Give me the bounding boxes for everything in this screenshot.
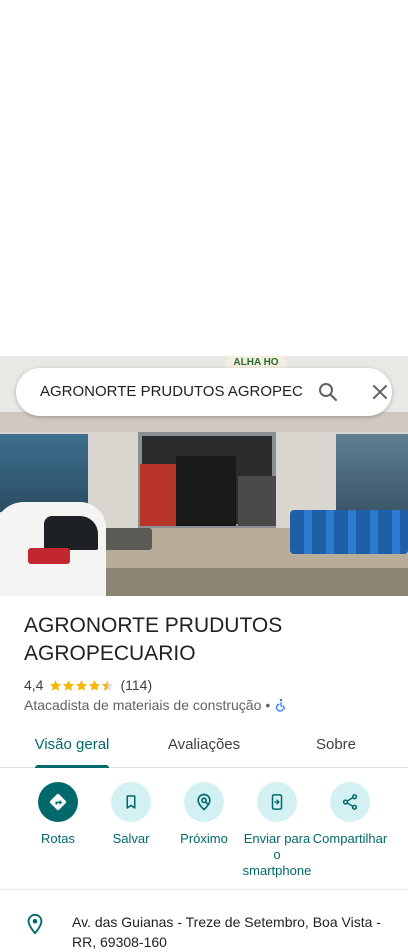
share-label: Compartilhar bbox=[312, 831, 388, 846]
section-divider bbox=[0, 889, 408, 890]
rating-value: 4,4 bbox=[24, 677, 44, 693]
nearby-icon bbox=[197, 793, 211, 811]
save-button-circle bbox=[111, 782, 151, 822]
star-icon bbox=[89, 679, 101, 691]
search-input[interactable]: AGRONORTE PRUDUTOS AGROPEC bbox=[40, 368, 304, 416]
photo-car-window bbox=[44, 516, 98, 550]
star-icon bbox=[76, 679, 88, 691]
photo-window-left bbox=[0, 434, 88, 512]
send-to-phone-label: Enviar para o smartphone bbox=[242, 831, 312, 878]
directions-button-circle bbox=[38, 782, 78, 822]
photo-window-right bbox=[336, 434, 408, 514]
half-star-icon bbox=[102, 679, 114, 691]
photo-shelf bbox=[238, 476, 276, 526]
star-icon bbox=[63, 679, 75, 691]
address-text[interactable]: Av. das Guianas - Treze de Setembro, Boa… bbox=[72, 912, 384, 952]
place-title: AGRONORTE PRUDUTOS AGROPECUARIO bbox=[24, 614, 283, 665]
save-button[interactable]: Salvar bbox=[93, 782, 169, 847]
tab-overview[interactable]: Visão geral bbox=[22, 722, 122, 768]
save-label: Salvar bbox=[112, 831, 150, 846]
photo-wheelbarrows bbox=[290, 510, 408, 554]
share-button-circle bbox=[330, 782, 370, 822]
nearby-label: Próximo bbox=[180, 831, 228, 846]
rating-row[interactable]: 4,4 (114) bbox=[24, 676, 152, 694]
nearby-button[interactable]: Próximo bbox=[166, 782, 242, 847]
directions-label: Rotas bbox=[41, 831, 75, 846]
search-icon[interactable] bbox=[316, 380, 340, 404]
photo-goods bbox=[140, 464, 176, 526]
place-tabs: Visão geral Avaliações Sobre bbox=[0, 722, 408, 768]
active-tab-indicator bbox=[35, 765, 109, 768]
place-category: Atacadista de materiais de construção bbox=[24, 697, 262, 713]
rating-stars bbox=[49, 679, 114, 692]
bookmark-icon bbox=[126, 795, 136, 809]
share-button[interactable]: Compartilhar bbox=[312, 782, 388, 847]
tab-reviews[interactable]: Avaliações bbox=[154, 722, 254, 768]
photo-car-light bbox=[28, 548, 70, 564]
send-to-phone-button[interactable]: Enviar para o smartphone bbox=[239, 782, 315, 879]
category-row: Atacadista de materiais de construção • bbox=[24, 696, 288, 714]
search-bar[interactable]: AGRONORTE PRUDUTOS AGROPEC bbox=[16, 368, 392, 416]
tab-about[interactable]: Sobre bbox=[296, 722, 376, 768]
directions-icon bbox=[49, 793, 67, 811]
nearby-button-circle bbox=[184, 782, 224, 822]
location-pin-icon bbox=[27, 913, 43, 935]
photo-interior bbox=[176, 456, 236, 526]
wheelchair-icon bbox=[276, 698, 286, 712]
star-icon bbox=[50, 679, 62, 691]
send-to-phone-button-circle bbox=[257, 782, 297, 822]
send-to-phone-icon bbox=[271, 794, 283, 810]
separator-dot: • bbox=[265, 697, 271, 713]
share-icon bbox=[342, 794, 358, 810]
directions-button[interactable]: Rotas bbox=[20, 782, 96, 847]
review-count[interactable]: (114) bbox=[120, 677, 152, 693]
close-icon[interactable] bbox=[368, 380, 392, 404]
map-blank-area bbox=[0, 0, 408, 356]
